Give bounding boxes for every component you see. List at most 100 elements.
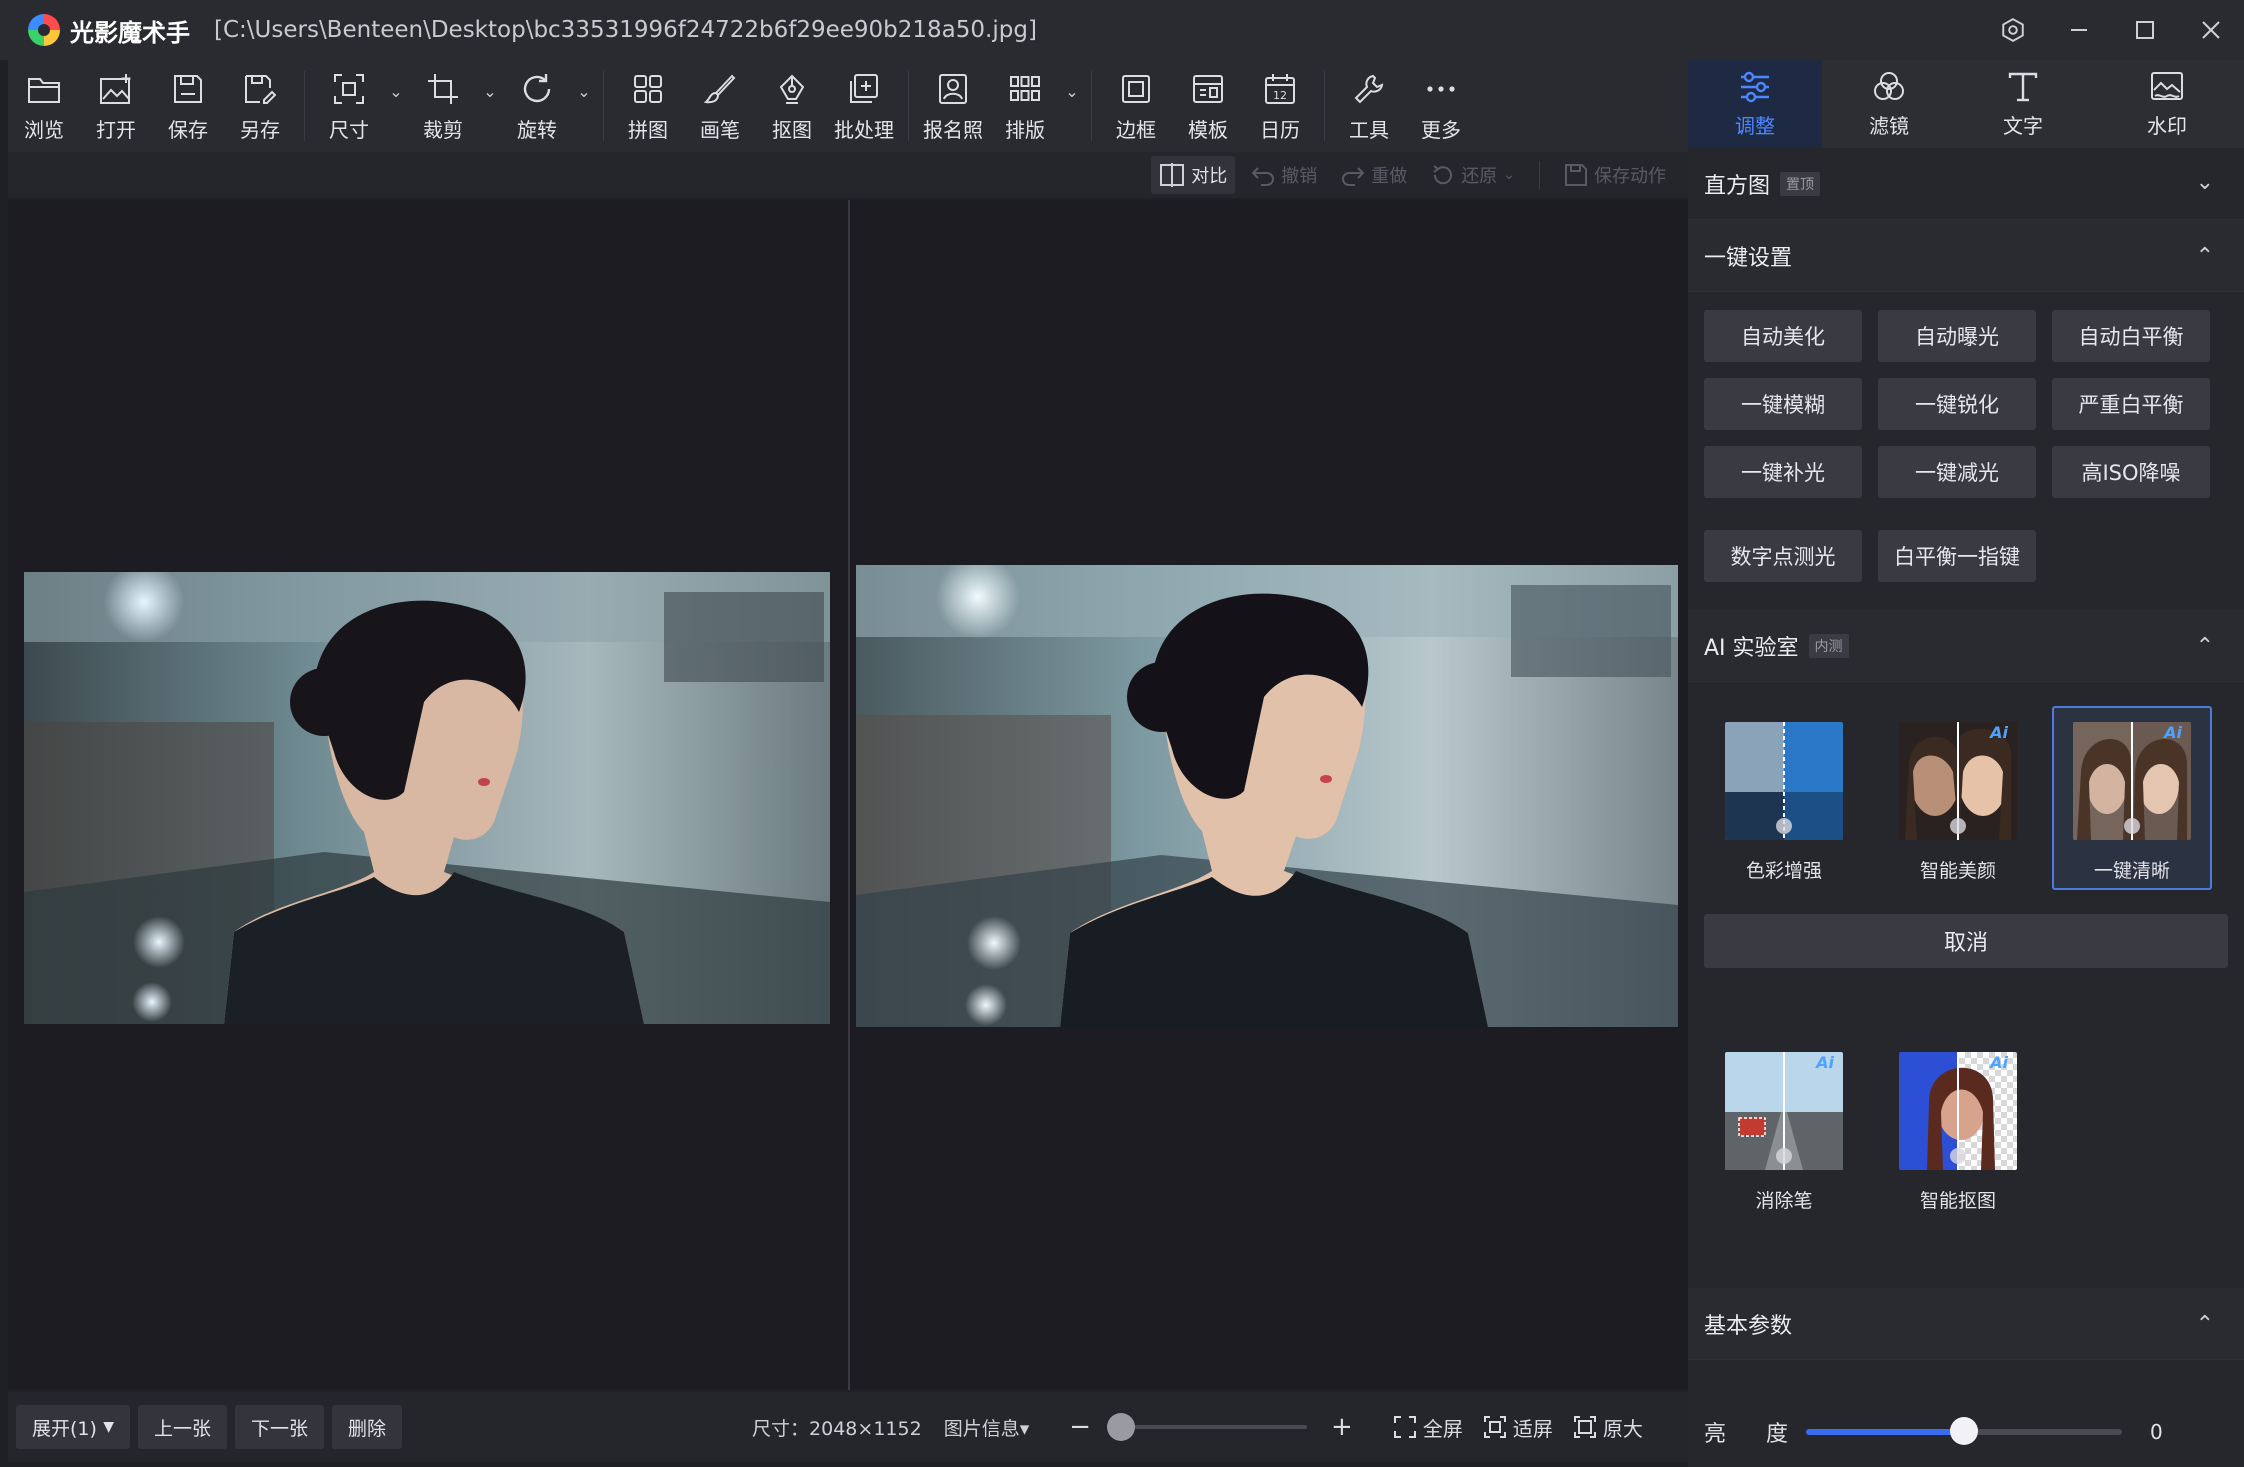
auto-exposure-button[interactable]: 自动曝光 [1878,310,2036,362]
template-button[interactable]: 模板 [1172,60,1244,152]
tab-adjust[interactable]: 调整 [1688,60,1822,148]
severe-white-balance-button[interactable]: 严重白平衡 [2052,378,2210,430]
ai-cancel-button[interactable]: 取消 [1704,914,2228,968]
save-action-button[interactable]: 保存动作 [1556,156,1674,194]
brush-button[interactable]: 画笔 [684,60,756,152]
pin-top-badge[interactable]: 置顶 [1780,171,1821,196]
one-click-clarity-thumbnail: Ai [2073,722,2191,840]
ai-smart-cutout-card[interactable]: Ai 智能抠图 [1878,1036,2038,1220]
size-button[interactable]: 尺寸 [313,60,385,152]
layout-dropdown-icon[interactable]: ⌄ [1061,60,1083,152]
one-click-blur-button[interactable]: 一键模糊 [1704,378,1862,430]
ai-eraser-card[interactable]: Ai 消除笔 [1704,1036,1864,1220]
crop-button[interactable]: 裁剪 [407,60,479,152]
rotate-dropdown-icon[interactable]: ⌄ [573,60,595,152]
tab-text-label: 文字 [2003,113,2043,138]
status-bar: 展开(1) ▼ 上一张 下一张 删除 尺寸：2048×1152 图片信息▾ − … [8,1392,1688,1462]
image-info-dropdown[interactable]: 图片信息▾ [944,1414,1030,1441]
redo-button[interactable]: 重做 [1333,156,1415,194]
border-button[interactable]: 边框 [1100,60,1172,152]
crop-dropdown-icon[interactable]: ⌄ [479,60,501,152]
browse-button[interactable]: 浏览 [8,60,80,152]
cutout-button[interactable]: 抠图 [756,60,828,152]
ai-lab-section-header[interactable]: AI 实验室 内测 ⌃ [1688,610,2244,682]
one-click-reduce-light-button[interactable]: 一键减光 [1878,446,2036,498]
compare-divider[interactable] [848,200,850,1390]
prev-image-button[interactable]: 上一张 [138,1405,228,1449]
chevron-up-icon[interactable]: ⌃ [2196,1312,2214,1337]
more-button[interactable]: 更多 [1405,60,1477,152]
basic-params-section-header[interactable]: 基本参数 ⌃ [1688,1288,2244,1360]
cutout-label: 抠图 [772,117,812,142]
brightness-value: 0 [2150,1420,2163,1444]
brightness-label-char-2: 度 [1765,1422,1788,1447]
restore-button[interactable]: 还原 ⌄ [1423,156,1523,194]
chevron-down-icon[interactable]: ⌄ [2196,170,2214,195]
undo-button[interactable]: 撤销 [1243,156,1325,194]
one-click-sharpen-button[interactable]: 一键锐化 [1878,378,2036,430]
histogram-section-header[interactable]: 直方图 置顶 ⌄ [1688,148,2244,220]
high-iso-denoise-button[interactable]: 高ISO降噪 [2052,446,2210,498]
smart-beauty-label: 智能美颜 [1919,860,1996,882]
rotate-button[interactable]: 旋转 [501,60,573,152]
batch-button[interactable]: 批处理 [828,60,900,152]
delete-button[interactable]: 删除 [332,1405,403,1449]
adjust-panel: 调整 滤镜 文字 水印 直方图 置顶 ⌄ 一键设置 ⌃ 自动美化 自动曝光 自动… [1688,60,2244,1467]
folder-icon [25,70,63,108]
window-controls [1980,0,2244,60]
open-button[interactable]: 打开 [80,60,152,152]
open-image-icon [97,70,135,108]
maximize-icon[interactable] [2112,0,2178,60]
brightness-slider-knob[interactable] [1950,1417,1978,1445]
brush-label: 画笔 [700,117,740,142]
compare-button[interactable]: 对比 [1151,156,1236,194]
tab-text[interactable]: 文字 [1956,60,2090,148]
image-canvas[interactable] [8,200,1688,1390]
id-photo-button[interactable]: 报名照 [917,60,989,152]
zoom-out-icon[interactable]: − [1069,1412,1091,1442]
tab-filter[interactable]: 滤镜 [1822,60,1956,148]
compare-icon [1160,163,1185,187]
save-as-button[interactable]: 另存 [224,60,296,152]
ai-color-enhance-card[interactable]: 色彩增强 [1704,706,1864,890]
chevron-up-icon[interactable]: ⌃ [2196,634,2214,659]
app-logo-icon [28,14,60,46]
auto-white-balance-button[interactable]: 自动白平衡 [2052,310,2210,362]
brightness-slider[interactable] [1806,1417,2122,1445]
auto-enhance-button[interactable]: 自动美化 [1704,310,1862,362]
white-balance-picker-button[interactable]: 白平衡一指键 [1878,530,2036,582]
one-click-fill-light-button[interactable]: 一键补光 [1704,446,1862,498]
zoom-slider[interactable] [1107,1413,1308,1441]
chevron-up-icon[interactable]: ⌃ [2196,244,2214,269]
fullscreen-button[interactable]: 全屏 [1393,1413,1463,1442]
collage-button[interactable]: 拼图 [612,60,684,152]
layout-button[interactable]: 排版 [989,60,1061,152]
layout-grid-icon [1006,70,1044,108]
close-icon[interactable] [2178,0,2244,60]
settings-icon[interactable] [1980,0,2046,60]
digital-spot-metering-button[interactable]: 数字点测光 [1704,530,1862,582]
app-name: 光影魔术手 [70,18,190,47]
ai-smart-beauty-card[interactable]: Ai 智能美颜 [1878,706,2038,890]
ai-one-click-clarity-card[interactable]: Ai 一键清晰 [2052,706,2212,890]
svg-text:Ai: Ai [1988,723,2008,742]
quick-settings-section-header[interactable]: 一键设置 ⌃ [1688,220,2244,292]
save-button[interactable]: 保存 [152,60,224,152]
fit-screen-button[interactable]: 适屏 [1483,1413,1553,1442]
original-size-button[interactable]: 原大 [1573,1413,1643,1442]
brightness-slider-fill [1806,1429,1964,1435]
more-label: 更多 [1421,117,1461,142]
zoom-in-icon[interactable]: + [1331,1412,1353,1442]
tools-button[interactable]: 工具 [1333,60,1405,152]
next-image-button[interactable]: 下一张 [235,1405,325,1449]
tab-watermark[interactable]: 水印 [2090,60,2244,148]
title-bar: 光影魔术手 [C:\Users\Benteen\Desktop\bc335319… [0,0,2244,60]
minimize-icon[interactable] [2046,0,2112,60]
calendar-icon: 12 [1261,70,1299,108]
template-label: 模板 [1188,117,1228,142]
size-dropdown-icon[interactable]: ⌄ [385,60,407,152]
restore-dropdown-icon[interactable]: ⌄ [1503,167,1515,183]
zoom-slider-knob[interactable] [1107,1413,1136,1441]
expand-dropdown[interactable]: 展开(1) ▼ [16,1405,130,1449]
calendar-button[interactable]: 12 日历 [1244,60,1316,152]
